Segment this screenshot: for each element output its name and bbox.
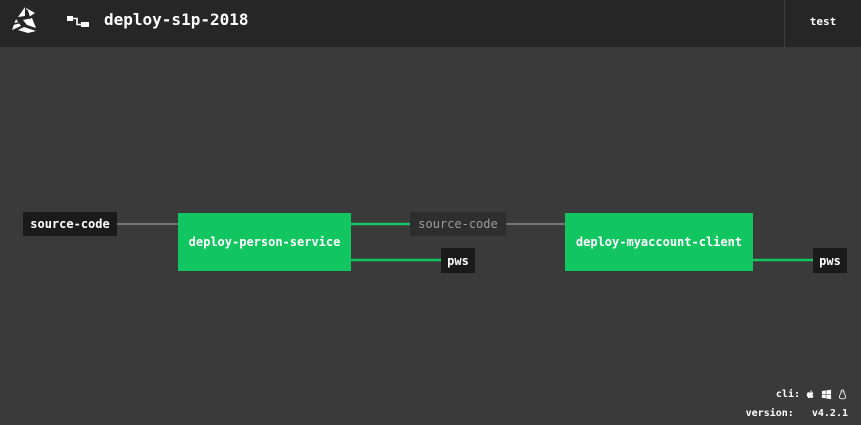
job-deploy-person-service[interactable]: deploy-person-service bbox=[178, 213, 351, 271]
resource-source-code-input[interactable]: source-code bbox=[23, 212, 117, 236]
resource-pws-output-2[interactable]: pws bbox=[813, 248, 847, 273]
resource-pws-output-1[interactable]: pws bbox=[441, 248, 475, 273]
version-info: version: v4.2.1 bbox=[746, 408, 848, 419]
cli-label: cli: bbox=[775, 389, 800, 400]
version-label: version: bbox=[745, 408, 794, 419]
version-value: v4.2.1 bbox=[811, 408, 848, 419]
linux-icon[interactable] bbox=[837, 389, 848, 400]
apple-icon[interactable] bbox=[805, 389, 816, 400]
resource-source-code-passed[interactable]: source-code bbox=[410, 212, 506, 236]
job-deploy-myaccount-client[interactable]: deploy-myaccount-client bbox=[565, 213, 753, 271]
windows-icon[interactable] bbox=[821, 389, 832, 400]
cli-downloads: cli: bbox=[776, 389, 848, 400]
